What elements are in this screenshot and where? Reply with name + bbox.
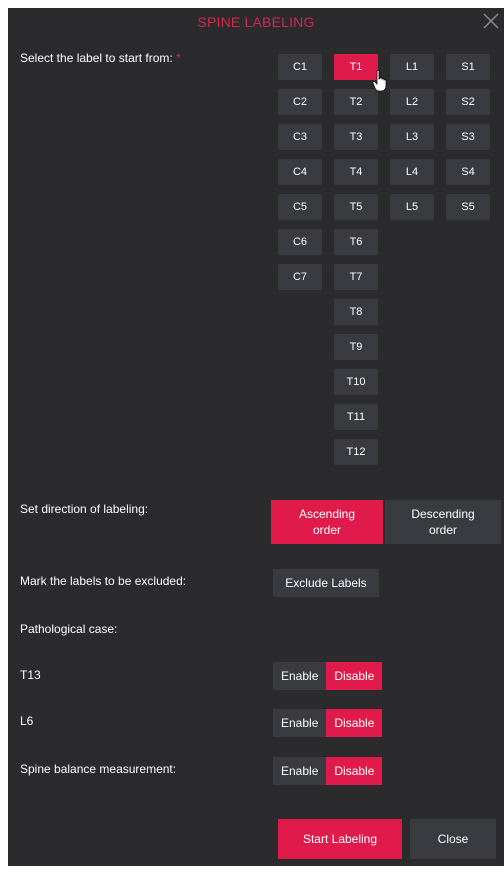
vertebra-t7-button[interactable]: T7 bbox=[334, 264, 378, 290]
vertebra-l2-button[interactable]: L2 bbox=[390, 89, 434, 115]
vertebra-c7-button[interactable]: C7 bbox=[278, 264, 322, 290]
vertebra-s1-button[interactable]: S1 bbox=[446, 54, 490, 80]
t13-disable-button[interactable]: Disable bbox=[326, 662, 383, 690]
vertebra-t3-button[interactable]: T3 bbox=[334, 124, 378, 150]
descending-line1: Descending bbox=[411, 507, 475, 521]
vertebra-s3-button[interactable]: S3 bbox=[446, 124, 490, 150]
vertebra-t12-button[interactable]: T12 bbox=[334, 439, 378, 465]
vertebra-t5-button[interactable]: T5 bbox=[334, 194, 378, 220]
t13-label: T13 bbox=[20, 668, 41, 682]
vertebra-s5-button[interactable]: S5 bbox=[446, 194, 490, 220]
vertebra-s4-button[interactable]: S4 bbox=[446, 159, 490, 185]
vertebra-l3-button[interactable]: L3 bbox=[390, 124, 434, 150]
balance-enable-button[interactable]: Enable bbox=[273, 757, 327, 785]
vertebra-t11-button[interactable]: T11 bbox=[334, 404, 378, 430]
vertebra-c4-button[interactable]: C4 bbox=[278, 159, 322, 185]
required-mark: * bbox=[176, 51, 181, 65]
vertebra-t10-button[interactable]: T10 bbox=[334, 369, 378, 395]
ascending-order-button[interactable]: Ascending order bbox=[271, 500, 383, 544]
vertebra-t9-button[interactable]: T9 bbox=[334, 334, 378, 360]
exclude-labels-button[interactable]: Exclude Labels bbox=[273, 569, 379, 597]
close-icon[interactable] bbox=[480, 10, 502, 32]
t13-enable-button[interactable]: Enable bbox=[273, 662, 327, 690]
vertebra-c5-button[interactable]: C5 bbox=[278, 194, 322, 220]
direction-label: Set direction of labeling: bbox=[20, 502, 149, 516]
l6-toggle: Enable Disable bbox=[273, 709, 383, 737]
vertebra-c3-button[interactable]: C3 bbox=[278, 124, 322, 150]
descending-order-button[interactable]: Descending order bbox=[385, 500, 501, 544]
vertebra-l4-button[interactable]: L4 bbox=[390, 159, 434, 185]
vertebra-t4-button[interactable]: T4 bbox=[334, 159, 378, 185]
balance-disable-button[interactable]: Disable bbox=[326, 757, 383, 785]
spine-balance-label: Spine balance measurement: bbox=[20, 762, 177, 776]
start-labeling-button[interactable]: Start Labeling bbox=[278, 819, 402, 859]
vertebra-c2-button[interactable]: C2 bbox=[278, 89, 322, 115]
start-label-text: Select the label to start from: bbox=[20, 51, 173, 65]
descending-line2: order bbox=[428, 523, 457, 537]
l6-disable-button[interactable]: Disable bbox=[326, 709, 383, 737]
vertebra-s2-button[interactable]: S2 bbox=[446, 89, 490, 115]
pathological-case-label: Pathological case: bbox=[20, 622, 118, 636]
exclude-label: Mark the labels to be excluded: bbox=[20, 574, 187, 588]
close-button[interactable]: Close bbox=[410, 819, 496, 859]
l6-label: L6 bbox=[20, 714, 34, 728]
ascending-line1: Ascending bbox=[298, 507, 356, 521]
dialog-title: SPINE LABELING bbox=[197, 14, 315, 30]
l6-enable-button[interactable]: Enable bbox=[273, 709, 327, 737]
hand-pointer-icon bbox=[372, 70, 387, 92]
t13-toggle: Enable Disable bbox=[273, 662, 383, 690]
spine-balance-toggle: Enable Disable bbox=[273, 757, 383, 785]
ascending-line2: order bbox=[312, 523, 341, 537]
vertebra-t2-button[interactable]: T2 bbox=[334, 89, 378, 115]
spine-labeling-dialog: SPINE LABELING Select the label to start… bbox=[8, 8, 504, 866]
vertebra-c1-button[interactable]: C1 bbox=[278, 54, 322, 80]
vertebra-c6-button[interactable]: C6 bbox=[278, 229, 322, 255]
vertebra-t6-button[interactable]: T6 bbox=[334, 229, 378, 255]
vertebra-l1-button[interactable]: L1 bbox=[390, 54, 434, 80]
vertebra-l5-button[interactable]: L5 bbox=[390, 194, 434, 220]
start-label-prompt: Select the label to start from: * bbox=[20, 51, 181, 65]
vertebra-t8-button[interactable]: T8 bbox=[334, 299, 378, 325]
